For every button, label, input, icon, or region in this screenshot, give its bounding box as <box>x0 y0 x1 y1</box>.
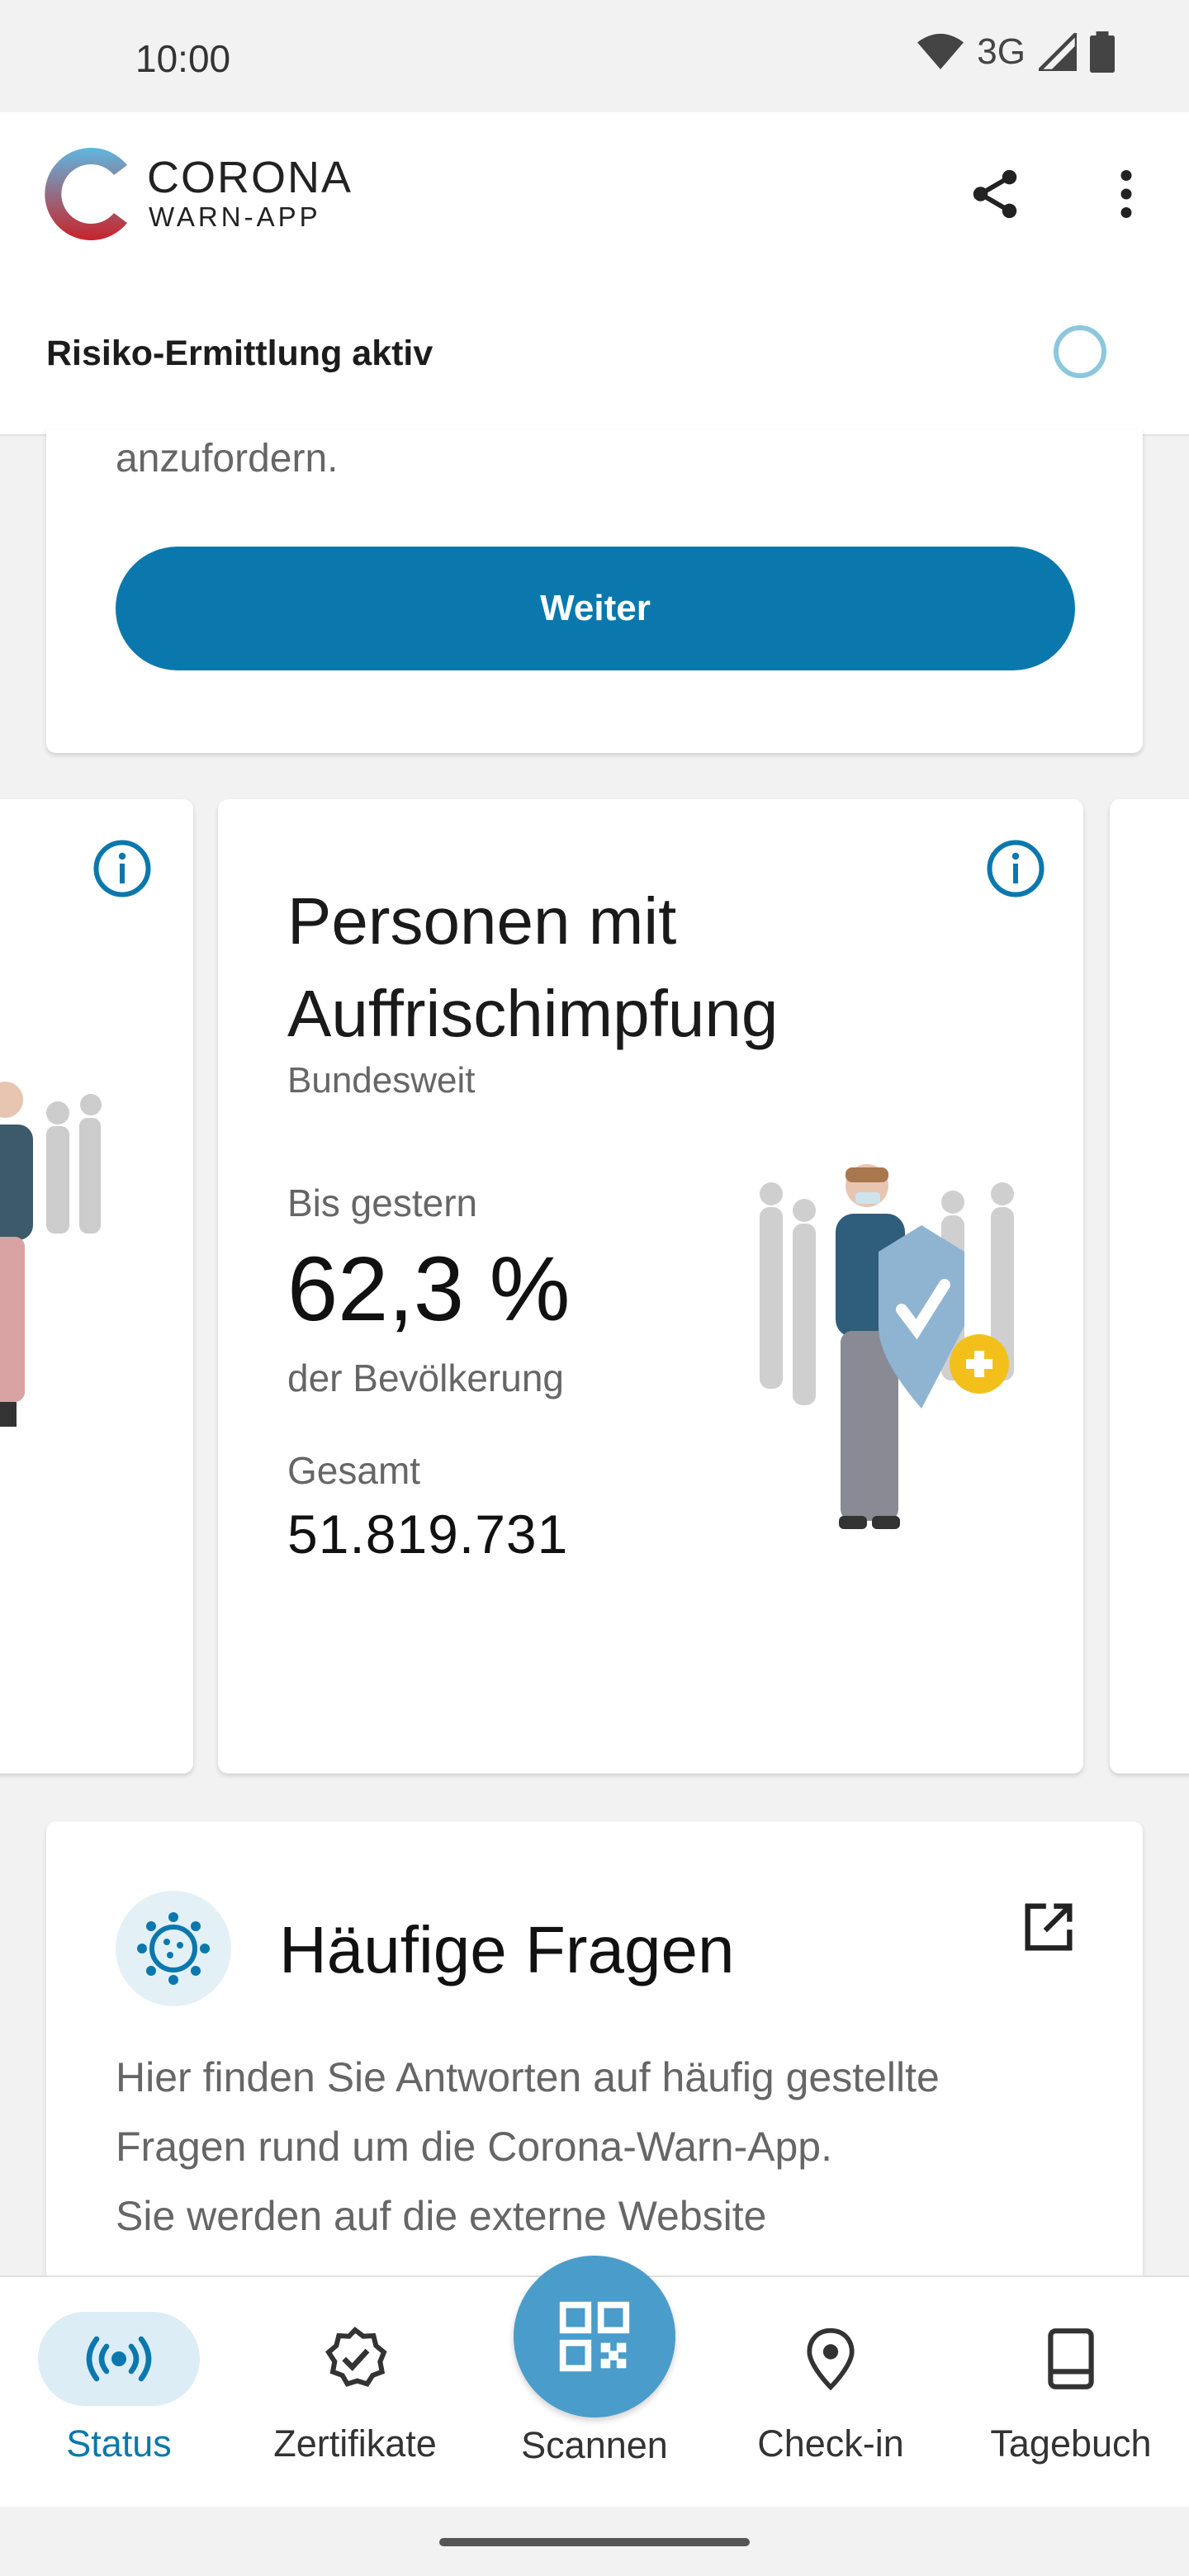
vaccinated-person-illustration-icon <box>760 1164 1014 1529</box>
virus-icon <box>137 1912 210 1985</box>
stat-total-value: 51.819.731 <box>287 1503 569 1565</box>
nav-label: Status <box>66 2422 172 2465</box>
nav-item-status[interactable]: Status <box>36 2277 201 2508</box>
nav-item-checkin[interactable]: Check-in <box>732 2277 930 2508</box>
people-illustration-icon <box>0 1082 102 1427</box>
checkin-tab-indicator <box>750 2312 912 2406</box>
battery-icon <box>1090 31 1115 73</box>
stat-title: Personen mit Auffrischimpfung <box>287 884 779 1050</box>
stat-percent-value: 62,3 % <box>287 1238 571 1340</box>
test-request-card: anzufordern. Weiter <box>46 429 1143 753</box>
info-icon[interactable] <box>986 839 1045 898</box>
faq-text-line: Fragen rund um die Corona-Warn-App. <box>116 2124 832 2170</box>
stat-period-label: Bis gestern <box>287 1181 478 1224</box>
faq-text-line: Hier finden Sie Antworten auf häufig ges… <box>116 2054 940 2100</box>
faq-title: Häufige Fragen <box>279 1913 735 1986</box>
clock: 10:00 <box>135 37 231 80</box>
stat-total-label: Gesamt <box>287 1449 421 1492</box>
network-type: 3G <box>977 31 1026 72</box>
continue-button[interactable]: Weiter <box>116 547 1075 670</box>
stat-subtitle: Bundesweit <box>287 1060 476 1101</box>
stat-card-next[interactable] <box>1110 799 1189 1773</box>
share-icon[interactable] <box>966 165 1024 223</box>
radio-waves-icon <box>86 2336 152 2382</box>
nav-label: Check-in <box>757 2422 904 2465</box>
risk-status-label: Risiko-Ermittlung aktiv <box>46 334 433 373</box>
nav-item-diary[interactable]: Tagebuch <box>974 2277 1168 2508</box>
external-link-icon[interactable] <box>1017 1896 1080 1958</box>
scan-qr-button[interactable] <box>514 2256 675 2417</box>
location-pin-icon <box>807 2327 855 2391</box>
info-icon[interactable] <box>92 839 152 898</box>
brand-subtitle: WARN-APP <box>149 201 321 232</box>
brand-title: CORONA <box>147 153 353 202</box>
faq-icon-badge <box>116 1891 231 2006</box>
status-tab-indicator <box>38 2312 200 2406</box>
status-icons: 3G <box>917 31 1115 73</box>
stat-population-label: der Bevölkerung <box>287 1357 564 1399</box>
risk-progress-indicator <box>1054 325 1106 378</box>
nav-item-certificates[interactable]: Zertifikate <box>248 2277 462 2508</box>
diary-tab-indicator <box>990 2312 1152 2406</box>
stat-card-previous[interactable] <box>0 799 193 1773</box>
more-options-icon[interactable] <box>1101 165 1151 223</box>
nav-label: Tagebuch <box>990 2422 1152 2465</box>
signal-icon <box>1039 33 1077 71</box>
faq-text-line: Sie werden auf die externe Website <box>116 2193 767 2239</box>
verified-badge-icon <box>325 2326 387 2387</box>
app-header: CORONA WARN-APP Risiko-Ermittlung aktiv <box>0 112 1189 436</box>
card-body-text: anzufordern. <box>116 437 339 481</box>
qr-code-icon <box>559 2301 630 2372</box>
home-gesture-handle[interactable] <box>439 2538 750 2546</box>
faq-card[interactable]: Häufige Fragen Hier finden Sie Antworten… <box>46 1821 1143 2317</box>
booster-stat-card[interactable]: Personen mit Auffrischimpfung Bundesweit… <box>218 799 1083 1773</box>
corona-logo-icon <box>45 148 128 240</box>
certificates-tab-indicator <box>274 2312 436 2406</box>
book-icon <box>1048 2328 1094 2389</box>
status-bar: 10:00 3G <box>0 0 1189 112</box>
scan-label: Scannen <box>521 2424 668 2466</box>
wifi-icon <box>917 33 964 69</box>
system-gesture-area <box>0 2507 1189 2576</box>
faq-description: Hier finden Sie Antworten auf häufig ges… <box>116 2043 1106 2251</box>
nav-label: Zertifikate <box>273 2422 437 2465</box>
